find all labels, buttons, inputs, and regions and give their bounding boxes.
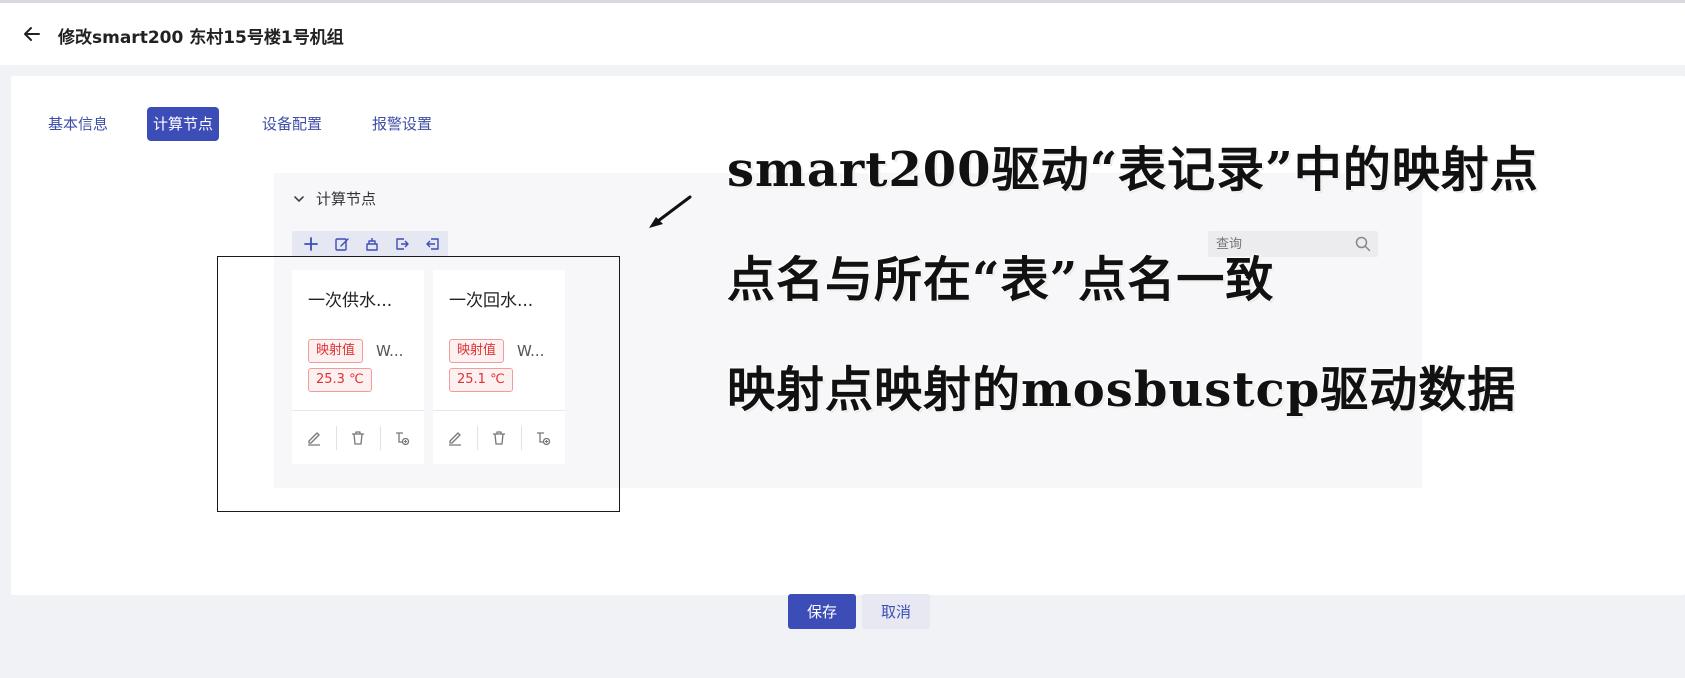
panel-header[interactable]: 计算节点	[292, 188, 376, 209]
search-icon	[1355, 236, 1371, 252]
node-toolbar	[292, 231, 448, 257]
annotation-line-3: 映射点映射的mosbustcp驱动数据	[727, 362, 1517, 418]
compute-nodes-panel: 计算节点 查询 一次供水... 映射值 W... 25.3 ℃ 一次回水... …	[274, 173, 1422, 488]
logout-icon	[426, 238, 439, 250]
node-type-tag: 映射值	[449, 339, 505, 363]
node-name: 一次供水...	[308, 291, 393, 311]
config-icon	[396, 431, 410, 445]
chevron-down-icon	[294, 195, 304, 202]
node-delete-button[interactable]	[336, 425, 380, 450]
node-actions	[433, 411, 565, 464]
node-card[interactable]: 一次供水... 映射值 W... 25.3 ℃	[292, 270, 424, 464]
config-icon	[537, 431, 551, 445]
trash-icon	[493, 430, 505, 445]
add-node-button[interactable]	[296, 231, 326, 257]
plus-icon	[304, 237, 319, 251]
page-title: 修改smart200 东村15号楼1号机组	[58, 28, 344, 48]
node-type-tag: 映射值	[308, 339, 364, 363]
cancel-button[interactable]: 取消	[862, 594, 930, 629]
node-card[interactable]: 一次回水... 映射值 W... 25.1 ℃	[433, 270, 565, 464]
save-button[interactable]: 保存	[788, 594, 856, 629]
tab-device-config[interactable]: 设备配置	[256, 107, 328, 141]
edit-icon	[334, 238, 349, 251]
annotation-arrow-icon	[649, 195, 692, 228]
node-edit-button[interactable]	[433, 426, 477, 450]
node-source: W...	[517, 342, 545, 360]
tab-compute-nodes[interactable]: 计算节点	[147, 107, 220, 141]
import-node-button[interactable]	[357, 231, 387, 257]
back-button[interactable]	[20, 22, 44, 46]
node-source: W...	[376, 342, 404, 360]
export-node-button[interactable]	[387, 231, 417, 257]
node-value-tag: 25.1 ℃	[449, 368, 513, 392]
node-name: 一次回水...	[449, 291, 534, 311]
logout-node-button[interactable]	[418, 231, 448, 257]
panel-title: 计算节点	[316, 190, 377, 208]
node-value-tag: 25.3 ℃	[308, 368, 372, 392]
node-edit-button[interactable]	[292, 426, 336, 450]
node-config-button[interactable]	[380, 425, 424, 450]
node-actions	[292, 411, 424, 464]
trash-icon	[352, 430, 364, 445]
node-config-button[interactable]	[521, 425, 565, 450]
page-header: 修改smart200 东村15号楼1号机组	[0, 3, 1685, 65]
tab-basic-info[interactable]: 基本信息	[42, 107, 114, 141]
tab-alarm-settings[interactable]: 报警设置	[366, 107, 438, 141]
edit-node-button[interactable]	[326, 231, 356, 257]
search-button[interactable]	[1354, 235, 1372, 253]
annotation-line-1: smart200驱动“表记录”中的映射点	[727, 142, 1539, 198]
pencil-icon	[308, 431, 320, 446]
import-icon	[366, 238, 378, 251]
export-icon	[396, 238, 410, 250]
arrow-left-icon	[24, 27, 40, 41]
pencil-icon	[449, 431, 461, 446]
node-delete-button[interactable]	[477, 425, 521, 450]
annotation-line-2: 点名与所在“表”点名一致	[727, 252, 1275, 308]
